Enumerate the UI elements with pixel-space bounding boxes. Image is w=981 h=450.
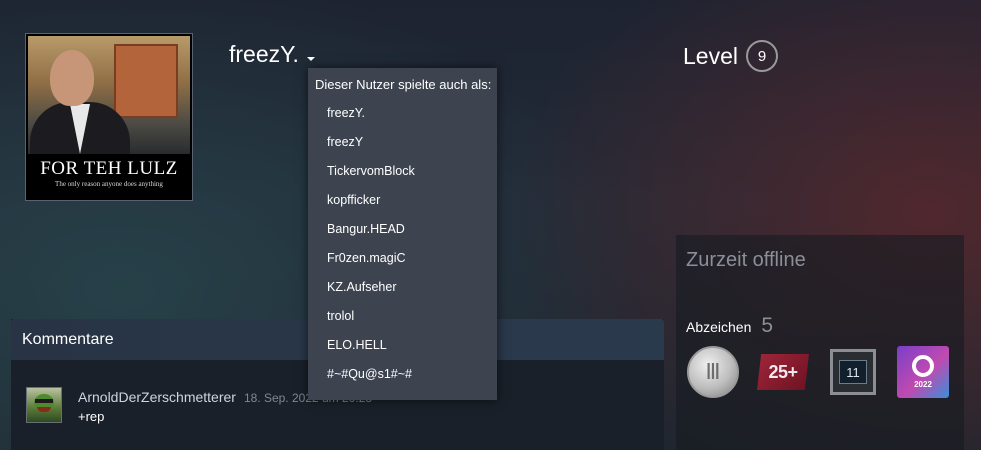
games-owned-25-plus-icon[interactable]: 25+ bbox=[756, 345, 810, 399]
alias-item[interactable]: ELO.HELL bbox=[308, 331, 497, 360]
steam-ring-icon bbox=[912, 355, 934, 377]
profile-level: Level 9 bbox=[683, 40, 778, 72]
profile-avatar: FOR TEH LULZ The only reason anyone does… bbox=[25, 33, 193, 201]
alias-item[interactable]: #~#Qu@s1#~# bbox=[308, 360, 497, 389]
persona-name-dropdown-trigger[interactable]: freezY. bbox=[229, 41, 315, 68]
badges-count: 5 bbox=[761, 314, 774, 337]
alias-item[interactable]: TickervomBlock bbox=[308, 157, 497, 186]
alias-history-dropdown: Dieser Nutzer spielte auch als: freezY. … bbox=[308, 68, 497, 400]
avatar-subcaption: The only reason anyone does anything bbox=[55, 180, 163, 188]
alias-item[interactable]: trolol bbox=[308, 302, 497, 331]
badge-label-11: 11 bbox=[839, 360, 867, 384]
years-of-service-11-icon[interactable]: 11 bbox=[826, 345, 880, 399]
level-label: Level bbox=[683, 42, 738, 69]
alias-item[interactable]: Bangur.HEAD bbox=[308, 215, 497, 244]
silver-pillar-coin-icon[interactable]: Ⅲ bbox=[686, 345, 740, 399]
badges-label: Abzeichen bbox=[686, 319, 752, 335]
badges-heading[interactable]: Abzeichen 5 bbox=[686, 314, 773, 338]
alias-item[interactable]: freezY. bbox=[308, 99, 497, 128]
badge-label-25: 25+ bbox=[757, 354, 809, 390]
level-badge[interactable]: 9 bbox=[745, 40, 778, 72]
profile-status-panel: Zurzeit offline Abzeichen 5 Ⅲ 25+ 11 202… bbox=[676, 235, 964, 450]
alias-item[interactable]: kopfficker bbox=[308, 186, 497, 215]
steam-2022-icon[interactable]: 2022 bbox=[896, 345, 950, 399]
alias-item[interactable]: KZ.Aufseher bbox=[308, 273, 497, 302]
badge-label-2022: 2022 bbox=[914, 380, 932, 389]
online-status: Zurzeit offline bbox=[686, 249, 806, 271]
coin-glyph: Ⅲ bbox=[687, 346, 739, 398]
avatar-caption: FOR TEH LULZ bbox=[40, 158, 178, 179]
persona-name: freezY. bbox=[229, 41, 299, 67]
avatar-photo bbox=[28, 36, 190, 154]
comment-text: +rep bbox=[78, 409, 105, 424]
alias-item[interactable]: freezY bbox=[308, 128, 497, 157]
chevron-down-icon bbox=[306, 56, 315, 61]
badges-row: Ⅲ 25+ 11 2022 bbox=[686, 345, 950, 399]
comment-author[interactable]: ArnoldDerZerschmetterer bbox=[78, 389, 236, 405]
alias-history-heading: Dieser Nutzer spielte auch als: bbox=[315, 77, 492, 92]
alias-list: freezY. freezY TickervomBlock kopfficker… bbox=[308, 99, 497, 389]
alias-item[interactable]: Fr0zen.magiC bbox=[308, 244, 497, 273]
commenter-avatar[interactable] bbox=[26, 387, 62, 423]
